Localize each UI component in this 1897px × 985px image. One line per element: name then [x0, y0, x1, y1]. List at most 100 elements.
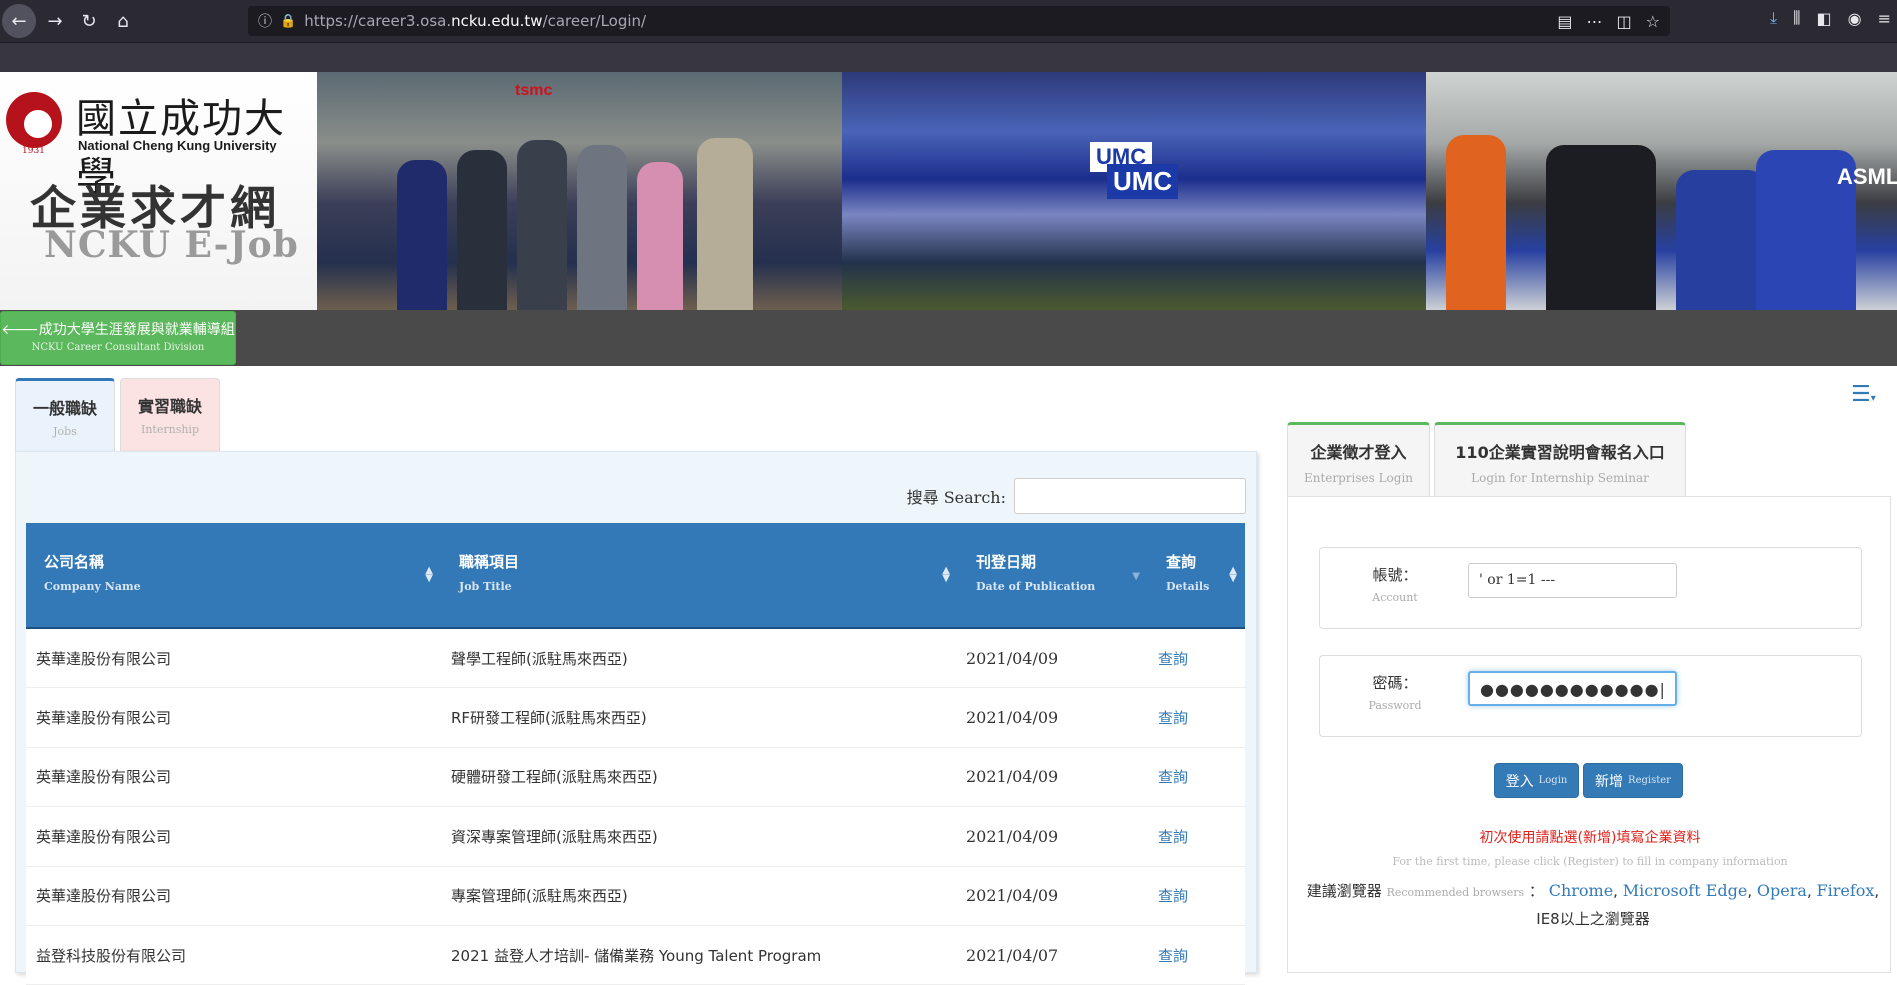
- job-title-cell: 聲學工程師(派駐馬來西亞): [451, 649, 628, 668]
- seal-year: 1931: [22, 146, 45, 156]
- first-time-notice-cn: 初次使用請點選(新增)填寫企業資料: [1479, 830, 1701, 846]
- sort-icon[interactable]: ▲ ▼: [1229, 566, 1237, 584]
- date-cell: 2021/04/09: [966, 826, 1059, 846]
- details-link[interactable]: 查詢: [1148, 766, 1245, 787]
- banner-photo-exhibition-hall: UMC UMC: [842, 72, 1426, 310]
- account-input[interactable]: ' or 1=1 ---: [1468, 563, 1677, 598]
- search-label: 搜尋 Search:: [906, 488, 1006, 507]
- banner-photo-job-fair-group: tsmc: [317, 72, 842, 310]
- search-row: 搜尋 Search:: [907, 478, 1246, 514]
- browser-link-opera[interactable]: Opera: [1757, 881, 1807, 900]
- table-row: 英華達股份有限公司 專案管理師(派駐馬來西亞) 2021/04/09 查詢: [26, 866, 1245, 926]
- job-title-cell: RF研發工程師(派駐馬來西亞): [451, 709, 647, 728]
- download-icon[interactable]: ⤓: [1770, 8, 1777, 28]
- sort-icon[interactable]: ▲ ▼: [942, 566, 950, 584]
- table-row: 英華達股份有限公司 聲學工程師(派駐馬來西亞) 2021/04/09 查詢: [26, 629, 1245, 689]
- lock-icon[interactable]: 🔒: [280, 14, 296, 29]
- home-icon[interactable]: ⌂: [108, 6, 138, 36]
- company-cell: 英華達股份有限公司: [36, 709, 172, 728]
- details-link[interactable]: 查詢: [1148, 945, 1245, 966]
- date-cell: 2021/04/09: [966, 648, 1059, 668]
- company-cell: 英華達股份有限公司: [36, 827, 172, 846]
- tab-jobs[interactable]: 一般職缺 Jobs: [15, 378, 115, 451]
- account-field-group: 帳號： Account ' or 1=1 ---: [1319, 547, 1862, 629]
- site-title-en: NCKU E-Job: [44, 224, 299, 266]
- column-header-job-title[interactable]: 職稱項目 Job Title ▲ ▼: [441, 523, 958, 627]
- browser-link-firefox[interactable]: Firefox: [1816, 881, 1874, 900]
- table-row: 英華達股份有限公司 RF研發工程師(派駐馬來西亞) 2021/04/09 查詢: [26, 688, 1245, 748]
- browser-toolbar: ← → ↻ ⌂ ⓘ 🔒 https://career3.osa.ncku.edu…: [0, 0, 1897, 42]
- details-link[interactable]: 查詢: [1148, 826, 1245, 847]
- banner-badge: tsmc: [515, 82, 553, 99]
- table-body: 英華達股份有限公司 聲學工程師(派駐馬來西亞) 2021/04/09 查詢 英華…: [26, 629, 1245, 985]
- job-title-cell: 硬體研發工程師(派駐馬來西亞): [451, 768, 658, 787]
- date-cell: 2021/04/09: [966, 886, 1059, 906]
- job-title-cell: 資深專案管理師(派駐馬來西亞): [451, 827, 658, 846]
- company-cell: 益登科技股份有限公司: [36, 946, 187, 965]
- bookmark-star-icon[interactable]: ☆: [1646, 12, 1660, 31]
- details-link[interactable]: 查詢: [1148, 648, 1245, 669]
- library-icon[interactable]: ⫼: [1793, 8, 1800, 28]
- column-header-date[interactable]: 刊登日期 Date of Publication ▼: [958, 523, 1148, 627]
- division-label-en: NCKU Career Consultant Division: [31, 342, 205, 353]
- pocket-icon[interactable]: ◫: [1617, 12, 1632, 31]
- banner-badge: UMC: [1107, 164, 1179, 199]
- job-type-tabs: 一般職缺 Jobs 實習職缺 Internship: [15, 378, 220, 451]
- sort-desc-icon[interactable]: ▼: [1132, 572, 1140, 582]
- password-field-group: 密碼： Password ●●●●●●●●●●●●|: [1319, 655, 1862, 737]
- back-icon[interactable]: ←: [2, 4, 36, 38]
- page-actions-icon[interactable]: ⋯: [1587, 12, 1603, 31]
- forward-icon[interactable]: →: [40, 6, 70, 36]
- browser-link-edge[interactable]: Microsoft Edge: [1623, 881, 1748, 900]
- login-tabs: 企業徵才登入 Enterprises Login 110企業實習說明會報名入口 …: [1287, 422, 1686, 498]
- jobs-table: 公司名稱 Company Name ▲ ▼ 職稱項目 Job Title ▲ ▼ 刊…: [26, 523, 1245, 985]
- company-cell: 英華達股份有限公司: [36, 887, 172, 906]
- tab-enterprise-login[interactable]: 企業徵才登入 Enterprises Login: [1287, 422, 1430, 498]
- password-input[interactable]: ●●●●●●●●●●●●|: [1468, 671, 1677, 706]
- table-row: 英華達股份有限公司 硬體研發工程師(派駐馬來西亞) 2021/04/09 查詢: [26, 747, 1245, 808]
- reload-icon[interactable]: ↻: [74, 6, 104, 36]
- site-header: 1931 國立成功大學 National Cheng Kung Universi…: [0, 72, 1897, 310]
- account-label: 帳號： Account: [1372, 566, 1418, 604]
- column-header-details[interactable]: 查詢 Details ▲ ▼: [1148, 523, 1245, 627]
- date-cell: 2021/04/07: [966, 945, 1059, 965]
- university-seal: [6, 92, 62, 148]
- tab-internship[interactable]: 實習職缺 Internship: [120, 378, 220, 451]
- logo-area[interactable]: 1931 國立成功大學 National Cheng Kung Universi…: [0, 72, 317, 310]
- url-bar[interactable]: ⓘ 🔒 https://career3.osa.ncku.edu.tw/care…: [248, 6, 1670, 36]
- first-time-notice-en: For the first time, please click (Regist…: [1392, 855, 1788, 868]
- hamburger-menu-icon[interactable]: ☰▾: [1851, 382, 1876, 407]
- table-row: 英華達股份有限公司 資深專案管理師(派駐馬來西亞) 2021/04/09 查詢: [26, 807, 1245, 867]
- login-panel: 帳號： Account ' or 1=1 --- 密碼： Password ●●…: [1287, 496, 1891, 973]
- details-link[interactable]: 查詢: [1148, 885, 1245, 906]
- password-label: 密碼： Password: [1368, 674, 1422, 712]
- career-division-button[interactable]: 🡐成功大學生涯發展與就業輔導組 NCKU Career Consultant D…: [0, 311, 236, 365]
- account-icon[interactable]: ◉: [1848, 9, 1862, 28]
- login-button[interactable]: 登入 Login: [1494, 763, 1579, 798]
- register-button[interactable]: 新增 Register: [1583, 763, 1683, 798]
- jobs-panel: 搜尋 Search: 公司名稱 Company Name ▲ ▼ 職稱項目 Job…: [15, 451, 1257, 985]
- job-title-cell: 2021 益登人才培訓- 儲備業務 Young Talent Program: [451, 946, 822, 965]
- details-link[interactable]: 查詢: [1148, 707, 1245, 728]
- column-header-company[interactable]: 公司名稱 Company Name ▲ ▼: [26, 523, 441, 627]
- browser-link-chrome[interactable]: Chrome: [1549, 881, 1613, 900]
- reader-view-icon[interactable]: ▤: [1557, 12, 1572, 31]
- recommended-browsers: 建議瀏覽器 Recommended browsers ： Chrome, Mic…: [1306, 881, 1880, 928]
- job-title-cell: 專案管理師(派駐馬來西亞): [451, 887, 628, 906]
- info-icon[interactable]: ⓘ: [258, 11, 272, 31]
- sort-icon[interactable]: ▲ ▼: [425, 566, 433, 584]
- date-cell: 2021/04/09: [966, 767, 1059, 787]
- search-input[interactable]: [1014, 478, 1246, 514]
- division-label-cn: 🡐成功大學生涯發展與就業輔導組: [1, 322, 235, 338]
- menu-icon[interactable]: ≡: [1878, 9, 1891, 28]
- date-cell: 2021/04/09: [966, 708, 1059, 728]
- tab-internship-seminar-login[interactable]: 110企業實習說明會報名入口 Login for Internship Semi…: [1434, 422, 1686, 497]
- banner-photo-booth: ASML: [1426, 72, 1897, 310]
- sidebar-icon[interactable]: ◧: [1817, 9, 1832, 28]
- table-header: 公司名稱 Company Name ▲ ▼ 職稱項目 Job Title ▲ ▼ 刊…: [26, 523, 1245, 629]
- table-row: 益登科技股份有限公司 2021 益登人才培訓- 儲備業務 Young Talen…: [26, 925, 1245, 985]
- university-name-en: National Cheng Kung University: [78, 138, 277, 153]
- company-cell: 英華達股份有限公司: [36, 649, 172, 668]
- sub-navigation-bar: 🡐成功大學生涯發展與就業輔導組 NCKU Career Consultant D…: [0, 310, 1897, 366]
- url-text[interactable]: https://career3.osa.ncku.edu.tw/career/L…: [304, 12, 646, 30]
